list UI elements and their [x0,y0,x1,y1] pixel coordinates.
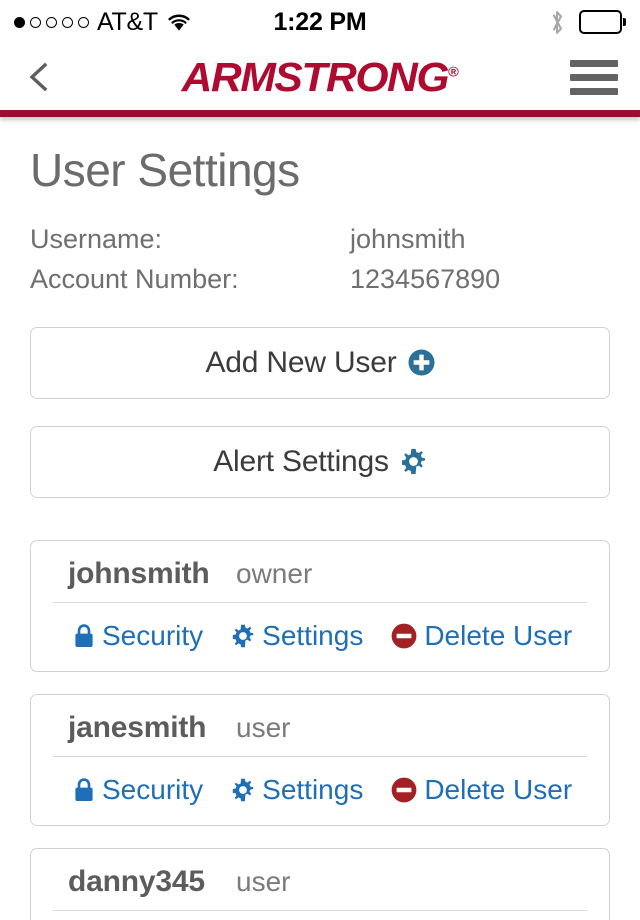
security-link[interactable]: Security [73,620,203,652]
status-bar-left: AT&T [14,8,192,37]
header-accent-rule [0,110,640,117]
signal-dot-3 [46,16,57,28]
settings-link-label: Settings [262,773,364,805]
plus-circle-icon [408,349,435,376]
gear-icon [231,624,255,648]
bluetooth-icon [549,10,565,35]
battery-tip [623,18,626,26]
minus-circle-icon [391,623,417,649]
alert-settings-label: Alert Settings [213,444,389,478]
user-card-header: johnsmith owner [53,541,587,603]
delete-user-link[interactable]: Delete User [391,774,572,806]
security-link-label: Security [102,773,204,805]
add-new-user-label: Add New User [205,345,397,379]
security-link-label: Security [102,619,204,651]
settings-link[interactable]: Settings [231,620,363,652]
add-new-user-button[interactable]: Add New User [30,326,610,399]
battery-body [579,10,623,34]
settings-link-label: Settings [262,619,364,651]
delete-user-link-label: Delete User [424,773,573,805]
hamburger-bar-3 [570,87,618,95]
signal-dot-2 [30,16,41,28]
settings-link[interactable]: Settings [231,774,363,806]
signal-strength-indicator [14,16,89,28]
wifi-icon [166,12,192,32]
user-card-role: user [236,711,291,743]
account-info-row: Username: johnsmith [30,220,610,260]
back-button[interactable] [22,57,56,97]
user-card-role: owner [236,557,313,589]
brand-registered-mark: ® [447,62,459,79]
signal-dot-5 [78,16,89,28]
user-card-username: danny345 [68,864,205,898]
hamburger-bar-1 [570,59,618,67]
hamburger-bar-2 [570,73,618,81]
battery-icon [579,10,626,34]
user-card-actions: Security Settings [53,603,587,671]
delete-user-link-label: Delete User [424,619,573,651]
username-value: johnsmith [350,223,466,254]
user-card-header: janesmith user [53,695,587,757]
user-card[interactable]: danny345 user Security [30,847,610,920]
account-number-label: Account Number: [30,263,239,294]
user-card-actions: Security Settings [53,757,587,825]
status-bar: AT&T 1:22 PM [0,0,640,44]
user-card-username: janesmith [68,710,207,744]
account-number-value: 1234567890 [350,263,501,294]
signal-dot-1 [14,16,25,28]
gear-icon [400,448,427,475]
username-label: Username: [30,223,163,254]
account-info-table: Username: johnsmith Account Number: 1234… [30,220,610,300]
lock-icon [73,777,95,803]
app-header: ARMSTRONG® [0,44,640,110]
security-link[interactable]: Security [73,774,203,806]
user-card[interactable]: johnsmith owner Security Settings Delete… [30,539,610,672]
hamburger-menu-icon[interactable] [570,59,618,95]
page-content: User Settings Username: johnsmith Accoun… [0,145,640,920]
page-title: User Settings [30,144,300,196]
minus-circle-icon [391,777,417,803]
user-card-username: johnsmith [68,556,210,590]
user-card-role: user [236,865,291,897]
status-bar-right [549,10,626,35]
alert-settings-button[interactable]: Alert Settings [30,425,610,498]
user-list: johnsmith owner Security Settings Delete… [30,539,610,920]
delete-user-link[interactable]: Delete User [391,620,572,652]
chevron-left-icon [29,62,48,92]
account-info-row: Account Number: 1234567890 [30,260,610,300]
brand-logo-wrap: ARMSTRONG® [0,53,640,100]
brand-logo-text: ARMSTRONG [181,53,449,100]
brand-logo: ARMSTRONG® [181,53,459,100]
user-card-actions: Security Settings [53,911,587,920]
carrier-label: AT&T [97,7,158,36]
user-card[interactable]: janesmith user Security Settings Delete … [30,693,610,826]
gear-icon [231,778,255,802]
signal-dot-4 [62,16,73,28]
lock-icon [73,623,95,649]
user-card-header: danny345 user [53,849,587,911]
